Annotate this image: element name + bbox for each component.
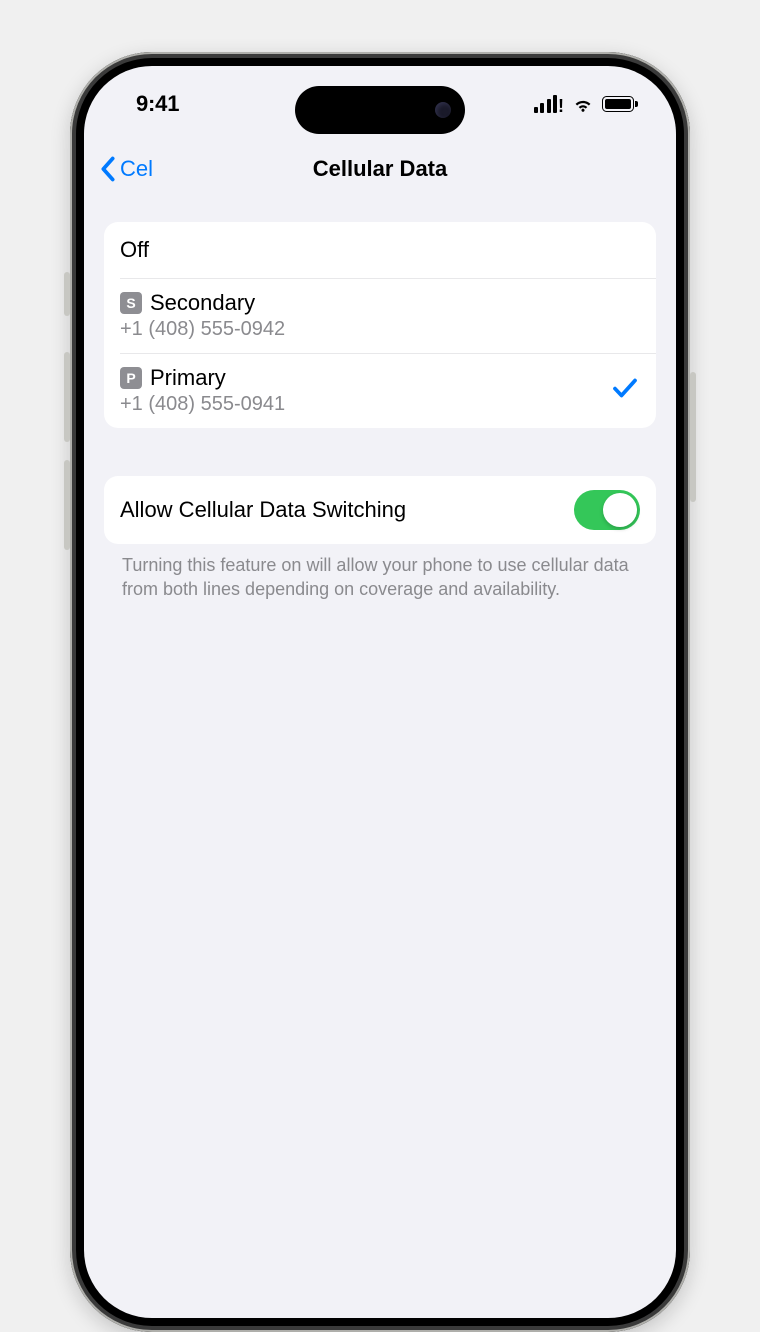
phone-frame: 9:41 ! Cel Cellular Data — [70, 52, 690, 1332]
mute-switch — [64, 272, 70, 316]
dynamic-island — [295, 86, 465, 134]
line-option-off[interactable]: Off — [104, 222, 656, 278]
status-icons: ! — [534, 93, 634, 115]
nav-bar: Cel Cellular Data — [84, 142, 676, 196]
allow-data-switching-label: Allow Cellular Data Switching — [120, 497, 406, 523]
volume-down-button — [64, 460, 70, 550]
allow-data-switching-toggle[interactable] — [574, 490, 640, 530]
battery-icon — [602, 96, 634, 112]
switching-group: Allow Cellular Data Switching — [104, 476, 656, 544]
allow-data-switching-row[interactable]: Allow Cellular Data Switching — [104, 476, 656, 544]
primary-sim-badge-icon: P — [120, 367, 142, 389]
wifi-icon — [572, 93, 594, 115]
volume-up-button — [64, 352, 70, 442]
line-off-label: Off — [120, 237, 149, 263]
switching-footer-text: Turning this feature on will allow your … — [104, 544, 656, 602]
secondary-sim-badge-icon: S — [120, 292, 142, 314]
data-line-group: Off S Secondary +1 (408) 555-0942 — [104, 222, 656, 428]
screen: 9:41 ! Cel Cellular Data — [84, 66, 676, 1318]
status-time: 9:41 — [136, 91, 179, 117]
checkmark-icon — [610, 373, 640, 408]
cellular-signal-icon: ! — [534, 95, 564, 113]
back-label: Cel — [120, 156, 153, 182]
secondary-line-number: +1 (408) 555-0942 — [120, 318, 640, 341]
content: Off S Secondary +1 (408) 555-0942 — [84, 196, 676, 602]
chevron-left-icon — [98, 155, 118, 183]
page-title: Cellular Data — [313, 156, 448, 182]
side-button — [690, 372, 696, 502]
secondary-line-name: Secondary — [150, 290, 255, 316]
primary-line-name: Primary — [150, 365, 226, 391]
line-option-primary[interactable]: P Primary +1 (408) 555-0941 — [104, 353, 656, 428]
line-option-secondary[interactable]: S Secondary +1 (408) 555-0942 — [104, 278, 656, 353]
primary-line-number: +1 (408) 555-0941 — [120, 393, 610, 416]
back-button[interactable]: Cel — [94, 151, 157, 187]
